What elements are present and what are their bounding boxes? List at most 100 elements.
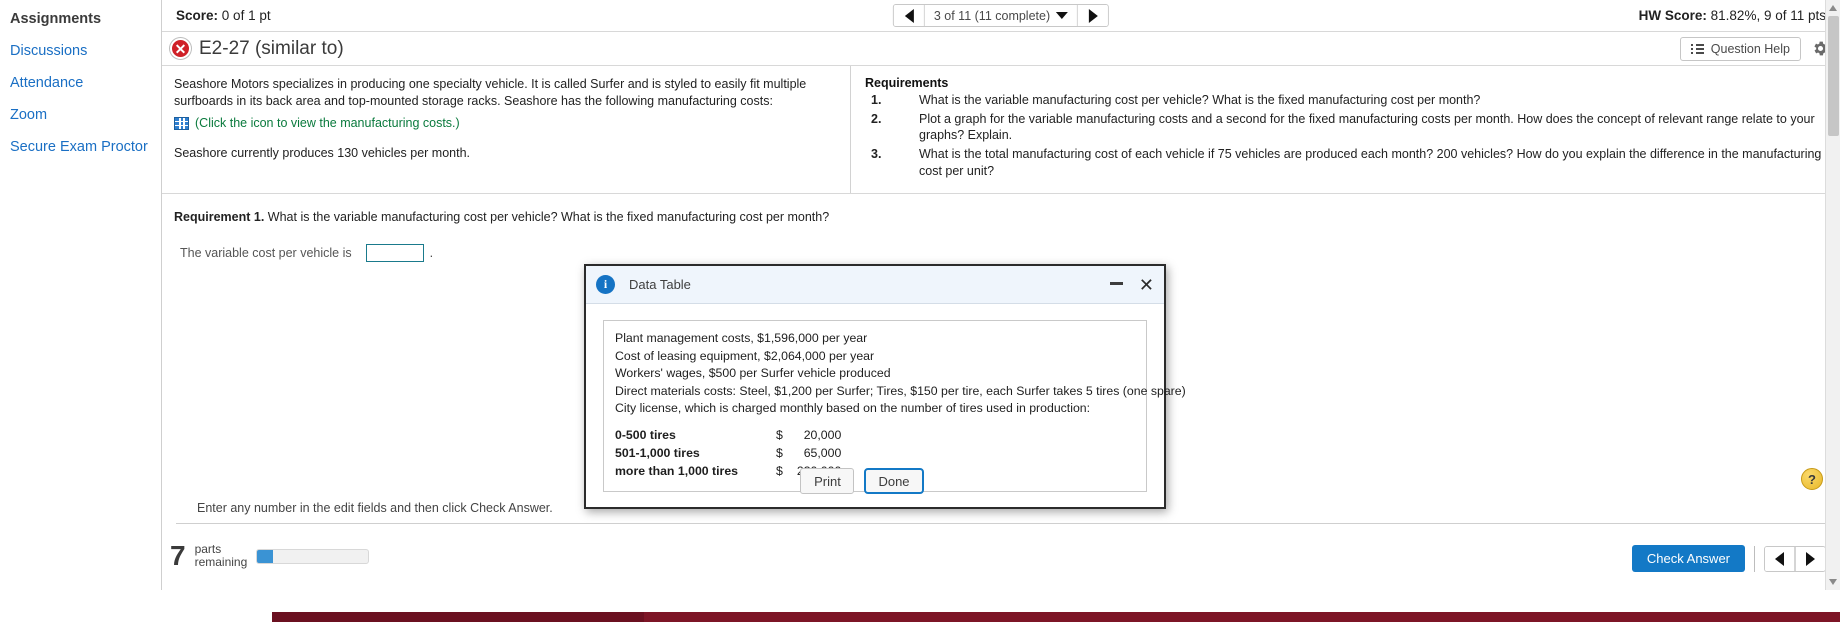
triangle-left-icon <box>904 8 914 23</box>
parts-label-line1: parts <box>194 541 222 556</box>
question-help-label: Question Help <box>1710 41 1790 56</box>
requirement-item: 3. What is the total manufacturing cost … <box>865 146 1826 179</box>
vertical-scrollbar[interactable] <box>1825 0 1840 590</box>
score-label: Score: <box>176 8 219 23</box>
currency-symbol: $ <box>776 427 783 442</box>
question-help-button[interactable]: Question Help <box>1679 36 1801 61</box>
requirement-text: What is the total manufacturing cost of … <box>919 146 1822 178</box>
data-line: Workers' wages, $500 per Surfer vehicle … <box>615 366 891 381</box>
parts-remaining-label: parts remaining <box>194 541 248 570</box>
data-line: Direct materials costs: Steel, $1,200 pe… <box>615 383 1186 398</box>
footer-pager <box>1764 545 1826 572</box>
requirements-panel: Requirements 1. What is the variable man… <box>850 66 1840 194</box>
requirement-item: 2. Plot a graph for the variable manufac… <box>865 111 1826 144</box>
hw-score-value: 81.82%, 9 of 11 pts <box>1710 8 1826 23</box>
parts-remaining-group: 7 parts remaining <box>170 540 370 571</box>
course-sidebar: Assignments Discussions Attendance Zoom … <box>0 0 161 590</box>
requirement-text: Plot a graph for the variable manufactur… <box>919 111 1815 143</box>
titlebar-actions: Question Help <box>1679 36 1830 61</box>
requirement-text: What is the variable manufacturing cost … <box>919 93 1481 107</box>
answer-label: The variable cost per vehicle is <box>180 246 352 261</box>
exercise-topbar: Score: 0 of 1 pt 3 of 11 (11 complete) H… <box>162 0 1840 32</box>
check-answer-button[interactable]: Check Answer <box>1631 545 1745 572</box>
previous-question-button[interactable] <box>893 5 925 26</box>
tier-value: 20,000 <box>803 427 842 442</box>
dialog-controls: ✕ <box>1109 276 1154 294</box>
strip-segment <box>272 612 644 622</box>
requirement1-prompt: Requirement 1. What is the variable manu… <box>174 210 1826 224</box>
footer-next-button[interactable] <box>1795 546 1825 571</box>
scroll-down-icon[interactable] <box>1829 579 1837 585</box>
triangle-left-icon <box>1775 551 1784 566</box>
requirements-heading: Requirements <box>865 76 949 90</box>
parts-remaining-count: 7 <box>170 540 186 571</box>
done-button[interactable]: Done <box>864 468 924 494</box>
requirement-number: 3. <box>871 146 882 161</box>
sidebar-item-label: Attendance <box>10 74 84 91</box>
table-row: 0-500 tires $ 20,000 <box>615 426 841 444</box>
instruction-text: Enter any number in the edit fields and … <box>197 501 553 515</box>
question-titlebar: ✕ E2-27 (similar to) Question Help <box>162 32 1840 66</box>
sidebar-item-secure-exam-proctor[interactable]: Secure Exam Proctor <box>6 132 161 164</box>
sidebar-item-label: Discussions <box>10 42 88 59</box>
triangle-right-icon <box>1088 8 1098 23</box>
sidebar-item-label: Zoom <box>10 106 48 123</box>
requirement-number: 2. <box>871 111 882 126</box>
triangle-right-icon <box>1806 551 1815 566</box>
tier-label: 0-500 tires <box>615 427 676 442</box>
problem-requirements-row: Seashore Motors specializes in producing… <box>162 66 1840 195</box>
strip-segment <box>644 612 1840 622</box>
scroll-up-icon[interactable] <box>1829 5 1837 11</box>
next-question-button[interactable] <box>1077 5 1109 26</box>
dialog-titlebar: i Data Table ✕ <box>586 266 1164 304</box>
production-line: Seashore currently produces 130 vehicles… <box>174 146 470 161</box>
requirement-number: 1. <box>871 93 882 107</box>
x-glyph: ✕ <box>174 40 187 57</box>
progress-fill <box>257 549 273 563</box>
sidebar-item-zoom[interactable]: Zoom <box>6 100 161 132</box>
help-glyph: ? <box>1808 471 1816 487</box>
question-mark-icon[interactable]: ? <box>1801 468 1823 490</box>
parts-label-line2: remaining <box>194 555 248 569</box>
data-table-link-row[interactable]: (Click the icon to view the manufacturin… <box>174 116 836 130</box>
hw-score-label: HW Score: <box>1638 8 1707 23</box>
requirement1-label: Requirement 1. <box>174 210 265 225</box>
variable-cost-input[interactable] <box>365 244 424 263</box>
print-button[interactable]: Print <box>800 468 855 494</box>
score-display: Score: 0 of 1 pt <box>176 8 271 23</box>
scrollbar-thumb[interactable] <box>1828 16 1839 136</box>
sidebar-item-discussions[interactable]: Discussions <box>6 36 161 68</box>
question-navigator: 3 of 11 (11 complete) <box>892 4 1110 27</box>
sidebar-item-label: Assignments <box>10 11 102 27</box>
answer-period: . <box>429 246 434 261</box>
browser-bottom-strip <box>0 590 1840 622</box>
table-grid-icon[interactable] <box>174 116 189 130</box>
close-icon[interactable]: ✕ <box>1139 276 1154 294</box>
data-line: City license, which is charged monthly b… <box>615 401 1091 416</box>
footer-previous-button[interactable] <box>1765 546 1795 571</box>
data-line: Cost of leasing equipment, $2,064,000 pe… <box>615 348 875 363</box>
footer-divider <box>176 523 1826 524</box>
requirement-item: 1. What is the variable manufacturing co… <box>865 92 1826 109</box>
requirement1-section: Requirement 1. What is the variable manu… <box>162 194 1840 263</box>
info-icon: i <box>596 275 615 294</box>
progress-bar <box>256 548 370 564</box>
app-root: Assignments Discussions Attendance Zoom … <box>0 0 1840 622</box>
score-value: 0 of 1 pt <box>221 8 271 23</box>
problem-statement: Seashore Motors specializes in producing… <box>162 66 850 193</box>
data-table-link[interactable]: (Click the icon to view the manufacturin… <box>195 116 460 130</box>
question-selector-dropdown[interactable]: 3 of 11 (11 complete) <box>925 5 1077 26</box>
minimize-icon[interactable] <box>1109 281 1123 285</box>
requirements-list: 1. What is the variable manufacturing co… <box>865 92 1826 179</box>
problem-paragraph: Seashore Motors specializes in producing… <box>174 77 807 108</box>
list-icon <box>1690 42 1704 56</box>
info-glyph: i <box>603 277 608 291</box>
footer-actions: Check Answer <box>1631 545 1826 572</box>
page-title: E2-27 (similar to) <box>199 37 344 59</box>
sidebar-item-attendance[interactable]: Attendance <box>6 68 161 100</box>
caret-down-icon <box>1056 12 1069 19</box>
sidebar-item-label: Secure Exam Proctor <box>10 138 148 155</box>
sidebar-item-assignments[interactable]: Assignments <box>6 4 161 36</box>
requirement1-question: What is the variable manufacturing cost … <box>267 210 830 225</box>
hw-score-display: HW Score: 81.82%, 9 of 11 pts <box>1639 8 1826 23</box>
